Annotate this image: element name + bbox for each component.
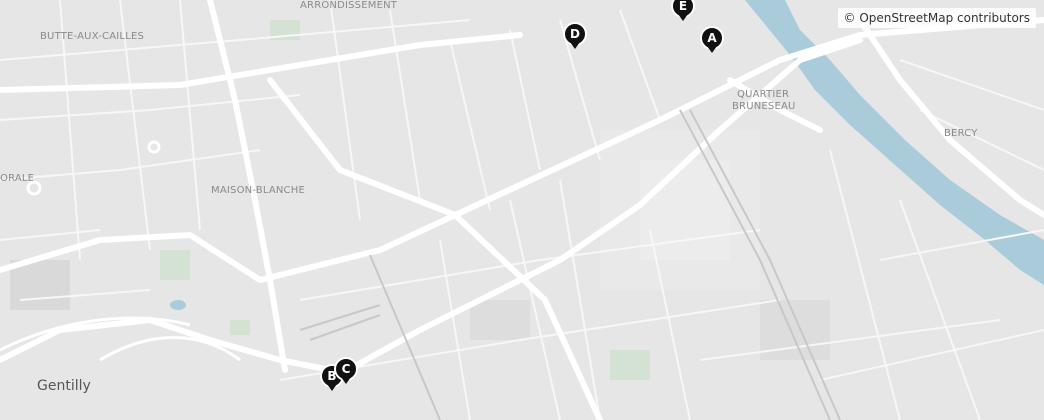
city-blocks [10, 130, 830, 360]
seine-river [745, 0, 1044, 285]
map-marker-c[interactable]: C [334, 357, 358, 387]
major-roads [0, 0, 1044, 420]
marker-e-tail [678, 14, 688, 21]
map-attribution[interactable]: © OpenStreetMap contributors [837, 8, 1036, 28]
label-quartier: QUARTIER [737, 89, 790, 100]
label-maison-blanche: MAISON-BLANCHE [211, 185, 305, 196]
marker-c-tail [341, 377, 351, 384]
label-gentilly: Gentilly [37, 378, 91, 394]
map-marker-d[interactable]: D [563, 22, 587, 52]
label-orale: ORALE [0, 173, 35, 184]
map-basemap [0, 0, 1044, 420]
label-arrondissement: ARRONDISSEMENT [300, 0, 398, 11]
ring-roads [0, 140, 241, 362]
map-canvas[interactable]: ARRONDISSEMENT BUTTE-AUX-CAILLES QUARTIE… [0, 0, 1044, 420]
label-butte-aux-cailles: BUTTE-AUX-CAILLES [40, 31, 145, 42]
marker-d-tail [570, 42, 580, 49]
label-bruneseau: BRUNESEAU [732, 101, 796, 112]
label-bercy: BERCY [944, 128, 978, 139]
marker-a-tail [707, 46, 717, 53]
map-marker-e[interactable]: E [671, 0, 695, 24]
map-marker-a[interactable]: A [700, 26, 724, 56]
